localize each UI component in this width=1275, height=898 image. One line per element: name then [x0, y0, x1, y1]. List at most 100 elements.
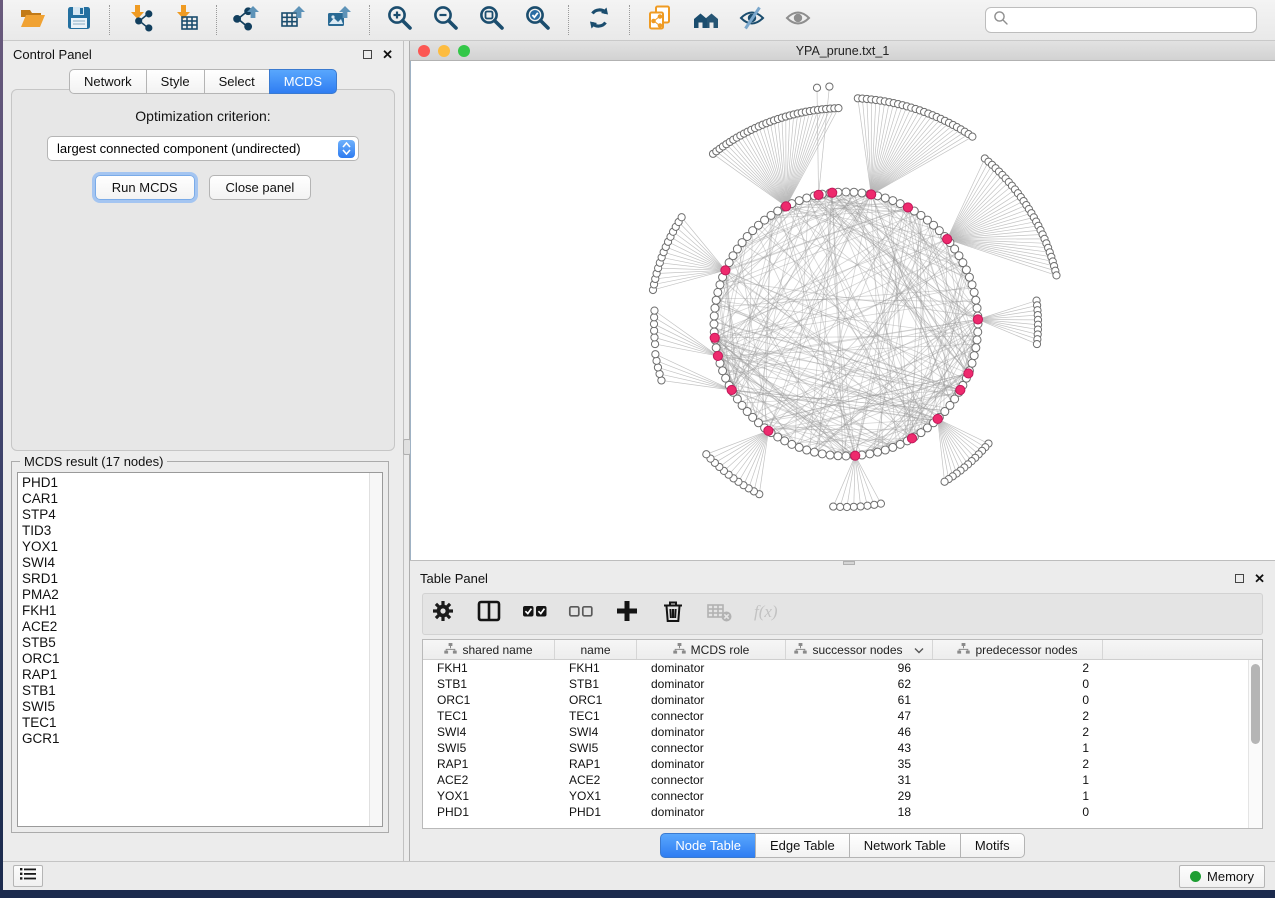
cell-name[interactable]: ORC1: [555, 692, 637, 708]
zoom-selected-button[interactable]: [518, 3, 558, 37]
cell-name[interactable]: ACE2: [555, 772, 637, 788]
import-table-button[interactable]: [166, 3, 206, 37]
mcds-result-item[interactable]: PHD1: [22, 475, 382, 491]
mcds-result-item[interactable]: GCR1: [22, 731, 382, 747]
cell-succ[interactable]: 61: [786, 692, 933, 708]
mcds-result-item[interactable]: PMA2: [22, 587, 382, 603]
export-table-button[interactable]: [273, 3, 313, 37]
delete-column-button[interactable]: [661, 601, 687, 627]
table-row[interactable]: STB1STB1dominator620: [423, 676, 1248, 692]
mcds-result-item[interactable]: TEC1: [22, 715, 382, 731]
cell-role[interactable]: connector: [637, 772, 786, 788]
tab-style[interactable]: Style: [146, 69, 204, 94]
close-panel-icon[interactable]: ✕: [1254, 572, 1265, 585]
cell-succ[interactable]: 47: [786, 708, 933, 724]
scrollbar-thumb[interactable]: [1251, 664, 1260, 744]
mcds-result-item[interactable]: SRD1: [22, 571, 382, 587]
mcds-result-item[interactable]: RAP1: [22, 667, 382, 683]
mcds-result-item[interactable]: CAR1: [22, 491, 382, 507]
network-window-titlebar[interactable]: YPA_prune.txt_1: [410, 41, 1275, 61]
zoom-out-button[interactable]: [426, 3, 466, 37]
run-mcds-button[interactable]: Run MCDS: [95, 175, 195, 200]
table-scrollbar[interactable]: [1248, 660, 1262, 828]
mcds-result-item[interactable]: TID3: [22, 523, 382, 539]
export-image-button[interactable]: [319, 3, 359, 37]
cell-role[interactable]: dominator: [637, 676, 786, 692]
network-graph[interactable]: [411, 61, 1275, 555]
table-row[interactable]: SWI4SWI4dominator462: [423, 724, 1248, 740]
hide-selected-button[interactable]: [732, 3, 772, 37]
close-panel-button[interactable]: Close panel: [209, 175, 312, 200]
cell-role[interactable]: dominator: [637, 756, 786, 772]
float-window-icon[interactable]: [1235, 574, 1244, 583]
mcds-result-item[interactable]: STP4: [22, 507, 382, 523]
cell-pred[interactable]: 0: [933, 804, 1103, 820]
cell-pred[interactable]: 2: [933, 756, 1103, 772]
first-neighbors-button[interactable]: [686, 3, 726, 37]
table-row[interactable]: ACE2ACE2connector311: [423, 772, 1248, 788]
refresh-view-button[interactable]: [579, 3, 619, 37]
panel-selector-button[interactable]: [13, 865, 43, 887]
cell-name[interactable]: PHD1: [555, 804, 637, 820]
cell-succ[interactable]: 29: [786, 788, 933, 804]
cell-name[interactable]: SWI4: [555, 724, 637, 740]
save-session-button[interactable]: [59, 3, 99, 37]
tab-motifs[interactable]: Motifs: [960, 833, 1025, 858]
deselect-all-button[interactable]: [569, 601, 595, 627]
table-row[interactable]: YOX1YOX1connector291: [423, 788, 1248, 804]
table-row[interactable]: ORC1ORC1dominator610: [423, 692, 1248, 708]
mcds-result-item[interactable]: SWI5: [22, 699, 382, 715]
cell-name[interactable]: SWI5: [555, 740, 637, 756]
cell-shared[interactable]: PHD1: [423, 804, 555, 820]
select-all-button[interactable]: [523, 601, 549, 627]
column-header-MCDS-role[interactable]: MCDS role: [637, 640, 786, 659]
zoom-fit-button[interactable]: [472, 3, 512, 37]
table-row[interactable]: PHD1PHD1dominator180: [423, 804, 1248, 820]
splitter-handle[interactable]: [843, 561, 855, 565]
import-network-button[interactable]: [120, 3, 160, 37]
cell-shared[interactable]: YOX1: [423, 788, 555, 804]
show-all-button[interactable]: [778, 3, 818, 37]
cell-role[interactable]: connector: [637, 708, 786, 724]
table-row[interactable]: TEC1TEC1connector472: [423, 708, 1248, 724]
clone-network-button[interactable]: [640, 3, 680, 37]
horizontal-splitter[interactable]: [410, 560, 1275, 565]
search-field[interactable]: [985, 7, 1257, 33]
cell-pred[interactable]: 2: [933, 708, 1103, 724]
tab-network[interactable]: Network: [69, 69, 146, 94]
cell-succ[interactable]: 35: [786, 756, 933, 772]
split-panel-button[interactable]: [477, 601, 503, 627]
column-header-successor-nodes[interactable]: successor nodes: [786, 640, 933, 659]
tab-network-table[interactable]: Network Table: [849, 833, 960, 858]
cell-name[interactable]: TEC1: [555, 708, 637, 724]
cell-shared[interactable]: ACE2: [423, 772, 555, 788]
mcds-result-item[interactable]: YOX1: [22, 539, 382, 555]
mcds-result-item[interactable]: STB5: [22, 635, 382, 651]
cell-shared[interactable]: ORC1: [423, 692, 555, 708]
mcds-result-item[interactable]: SWI4: [22, 555, 382, 571]
zoom-in-button[interactable]: [380, 3, 420, 37]
memory-button[interactable]: Memory: [1179, 865, 1265, 888]
tab-node-table[interactable]: Node Table: [660, 833, 755, 858]
settings-gear-button[interactable]: [431, 601, 457, 627]
cell-shared[interactable]: STB1: [423, 676, 555, 692]
table-row[interactable]: SWI5SWI5connector431: [423, 740, 1248, 756]
cell-shared[interactable]: TEC1: [423, 708, 555, 724]
tab-select[interactable]: Select: [204, 69, 269, 94]
float-window-icon[interactable]: [363, 50, 372, 59]
cell-shared[interactable]: FKH1: [423, 660, 555, 676]
cell-pred[interactable]: 0: [933, 676, 1103, 692]
cell-shared[interactable]: SWI4: [423, 724, 555, 740]
cell-role[interactable]: connector: [637, 740, 786, 756]
tab-edge-table[interactable]: Edge Table: [755, 833, 849, 858]
mcds-list-scrollbar[interactable]: [369, 473, 382, 826]
network-canvas[interactable]: [410, 61, 1275, 560]
cell-pred[interactable]: 1: [933, 788, 1103, 804]
cell-pred[interactable]: 2: [933, 724, 1103, 740]
cell-succ[interactable]: 62: [786, 676, 933, 692]
cell-role[interactable]: dominator: [637, 692, 786, 708]
optimization-criterion-select[interactable]: largest connected component (undirected): [47, 136, 359, 161]
cell-pred[interactable]: 1: [933, 772, 1103, 788]
cell-shared[interactable]: SWI5: [423, 740, 555, 756]
cell-role[interactable]: dominator: [637, 660, 786, 676]
